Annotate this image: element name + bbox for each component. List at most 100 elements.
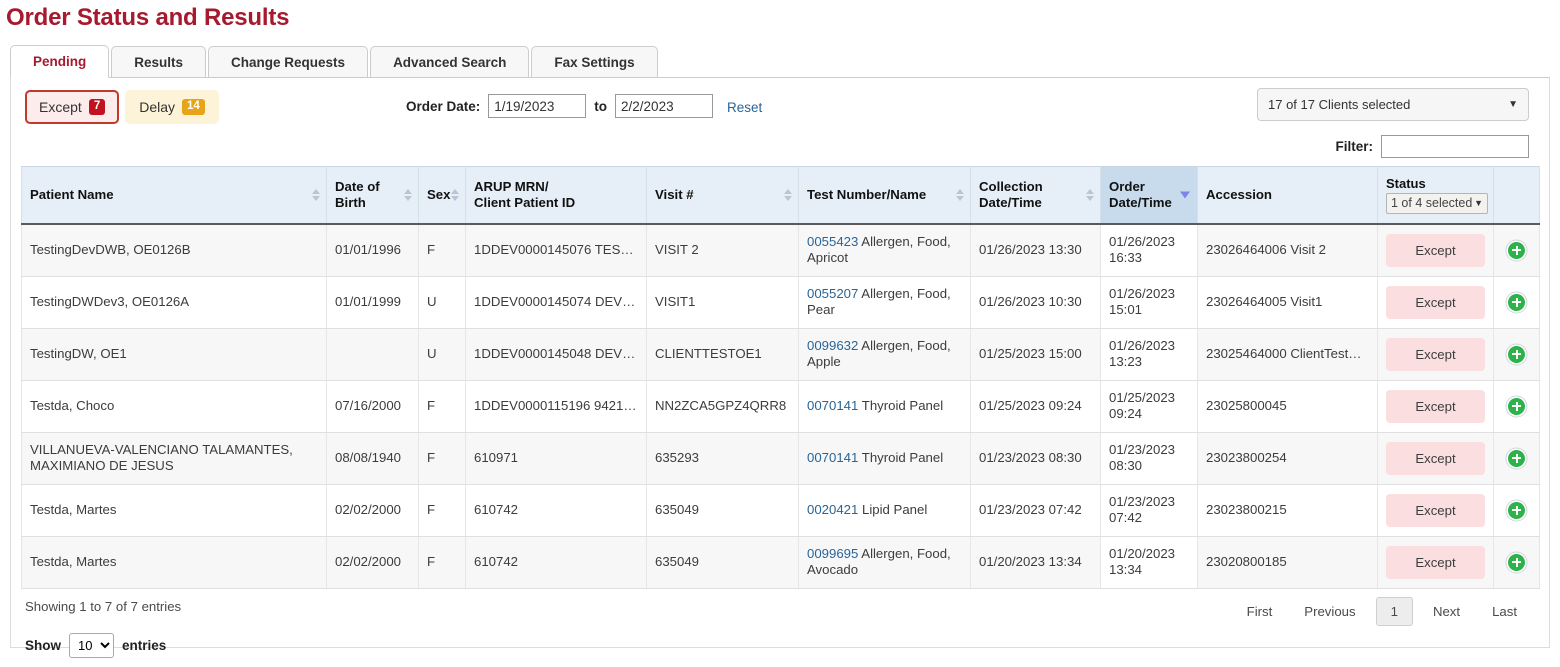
cell-mrn: 610971 xyxy=(465,432,647,485)
column-header-accession[interactable]: Accession xyxy=(1197,166,1378,225)
delay-filter-chip[interactable]: Delay 14 xyxy=(125,90,219,124)
table-row[interactable]: Testda, Martes 02/02/2000 F 610742 63504… xyxy=(21,536,1540,589)
table-row[interactable]: TestingDevDWB, OE0126B 01/01/1996 F 1DDE… xyxy=(21,223,1540,277)
cell-expand xyxy=(1493,223,1540,277)
table-row[interactable]: VILLANUEVA-VALENCIANO TALAMANTES, MAXIMI… xyxy=(21,432,1540,485)
column-header-date-of-birth[interactable]: Date of Birth xyxy=(326,166,419,225)
tab-pending[interactable]: Pending xyxy=(10,45,110,78)
order-date: 01/20/2023 xyxy=(1109,545,1176,561)
client-select-dropdown[interactable]: 17 of 17 Clients selected ▼ xyxy=(1257,88,1529,121)
filter-input[interactable] xyxy=(1381,135,1529,158)
column-header-patient-name[interactable]: Patient Name xyxy=(21,166,327,225)
column-header-visit[interactable]: Visit # xyxy=(646,166,799,225)
test-number-link[interactable]: 0099632 xyxy=(807,338,858,353)
table-row[interactable]: Testda, Choco 07/16/2000 F 1DDEV00001151… xyxy=(21,380,1540,433)
cell-collection-datetime: 01/23/2023 07:42 xyxy=(970,484,1101,537)
cell-test: 0099695 Allergen, Food, Avocado xyxy=(798,536,971,589)
pagination-first[interactable]: First xyxy=(1231,598,1289,625)
except-button[interactable]: Except xyxy=(1386,337,1485,371)
add-circle-icon[interactable] xyxy=(1508,501,1525,519)
cell-patient-name: Testda, Martes xyxy=(21,484,327,537)
except-chip-label: Except xyxy=(39,99,82,115)
page-size-control: Show 10 entries xyxy=(25,632,166,658)
column-label-line1: Collection xyxy=(979,178,1043,194)
cell-accession: 23023800254 xyxy=(1197,432,1378,485)
cell-patient-name: Testda, Martes xyxy=(21,536,327,589)
cell-status-action: Except xyxy=(1377,484,1494,537)
status-filter-dropdown[interactable]: 1 of 4 selected ▼ xyxy=(1386,193,1488,214)
cell-mrn: 1DDEV0000145074 DEV… xyxy=(465,276,647,329)
tab-results[interactable]: Results xyxy=(111,46,207,77)
cell-mrn: 610742 xyxy=(465,484,647,537)
add-circle-icon[interactable] xyxy=(1508,345,1525,363)
add-circle-icon[interactable] xyxy=(1508,241,1525,259)
column-header-collection-datetime[interactable]: Collection Date/Time xyxy=(970,166,1101,225)
orders-table: Patient Name Date of Birth Sex ARUP MRN/ xyxy=(21,166,1540,589)
cell-patient-name: VILLANUEVA-VALENCIANO TALAMANTES, MAXIMI… xyxy=(21,432,327,485)
page-size-select[interactable]: 10 xyxy=(69,632,114,658)
except-button[interactable]: Except xyxy=(1386,493,1485,527)
test-number-link[interactable]: 0020421 xyxy=(807,502,858,517)
pagination-next[interactable]: Next xyxy=(1417,598,1476,625)
test-number-link[interactable]: 0070141 xyxy=(807,398,858,413)
test-number-link[interactable]: 0070141 xyxy=(807,450,858,465)
order-date: 01/25/2023 xyxy=(1109,389,1176,405)
table-row[interactable]: TestingDW, OE1 U 1DDEV0000145048 DEV… CL… xyxy=(21,328,1540,381)
order-date: 01/23/2023 xyxy=(1109,441,1176,457)
add-circle-icon[interactable] xyxy=(1508,397,1525,415)
pagination-page-1[interactable]: 1 xyxy=(1375,596,1413,626)
test-number-link[interactable]: 0099695 xyxy=(807,546,858,561)
order-date-to-input[interactable] xyxy=(615,94,714,118)
add-circle-icon[interactable] xyxy=(1508,449,1525,467)
cell-test: 0020421 Lipid Panel xyxy=(798,484,971,537)
order-date: 01/26/2023 xyxy=(1109,233,1176,249)
test-number-link[interactable]: 0055207 xyxy=(807,286,858,301)
column-header-arup-mrn[interactable]: ARUP MRN/ Client Patient ID xyxy=(465,166,647,225)
cell-collection-datetime: 01/25/2023 15:00 xyxy=(970,328,1101,381)
cell-visit: VISIT 2 xyxy=(646,223,799,277)
except-button[interactable]: Except xyxy=(1386,545,1485,579)
page-title: Order Status and Results xyxy=(6,4,290,31)
test-name: Thyroid Panel xyxy=(861,449,944,465)
pagination-previous[interactable]: Previous xyxy=(1288,598,1371,625)
cell-sex: U xyxy=(418,276,466,329)
column-header-order-datetime[interactable]: Order Date/Time xyxy=(1100,166,1198,225)
column-label-line2: Birth xyxy=(335,194,366,210)
tab-advanced-search[interactable]: Advanced Search xyxy=(370,46,530,77)
cell-dob xyxy=(326,328,419,381)
sort-arrows-icon xyxy=(312,188,320,201)
column-label: Accession xyxy=(1206,186,1272,202)
cell-expand xyxy=(1493,328,1540,381)
cell-accession: 23020800185 xyxy=(1197,536,1378,589)
except-filter-chip[interactable]: Except 7 xyxy=(25,90,120,124)
table-row[interactable]: TestingDWDev3, OE0126A 01/01/1999 U 1DDE… xyxy=(21,276,1540,329)
except-button[interactable]: Except xyxy=(1386,233,1485,267)
reset-link[interactable]: Reset xyxy=(727,97,762,115)
pagination-last[interactable]: Last xyxy=(1476,598,1533,625)
pagination: First Previous 1 Next Last xyxy=(1231,596,1533,626)
test-number-link[interactable]: 0055423 xyxy=(807,234,858,249)
column-header-sex[interactable]: Sex xyxy=(418,166,466,225)
order-time: 13:34 xyxy=(1109,562,1143,577)
cell-expand xyxy=(1493,432,1540,485)
add-circle-icon[interactable] xyxy=(1508,553,1525,571)
order-time: 08:30 xyxy=(1109,458,1143,473)
tab-change-requests[interactable]: Change Requests xyxy=(208,46,369,77)
cell-expand xyxy=(1493,536,1540,589)
column-label-line2: Client Patient ID xyxy=(474,194,576,210)
except-button[interactable]: Except xyxy=(1386,389,1485,423)
cell-patient-name: Testda, Choco xyxy=(21,380,327,433)
except-button[interactable]: Except xyxy=(1386,441,1485,475)
cell-accession: 23023800215 xyxy=(1197,484,1378,537)
order-date-from-input[interactable] xyxy=(488,94,587,118)
order-time: 15:01 xyxy=(1109,302,1143,317)
table-row[interactable]: Testda, Martes 02/02/2000 F 610742 63504… xyxy=(21,484,1540,537)
add-circle-icon[interactable] xyxy=(1508,293,1525,311)
cell-visit: VISIT1 xyxy=(646,276,799,329)
column-label-line2: Date/Time xyxy=(1109,194,1172,210)
column-header-test-number-name[interactable]: Test Number/Name xyxy=(798,166,971,225)
test-name: Thyroid Panel xyxy=(861,397,944,413)
tab-fax-settings[interactable]: Fax Settings xyxy=(531,46,658,77)
order-date: 01/26/2023 xyxy=(1109,337,1176,353)
except-button[interactable]: Except xyxy=(1386,285,1485,319)
